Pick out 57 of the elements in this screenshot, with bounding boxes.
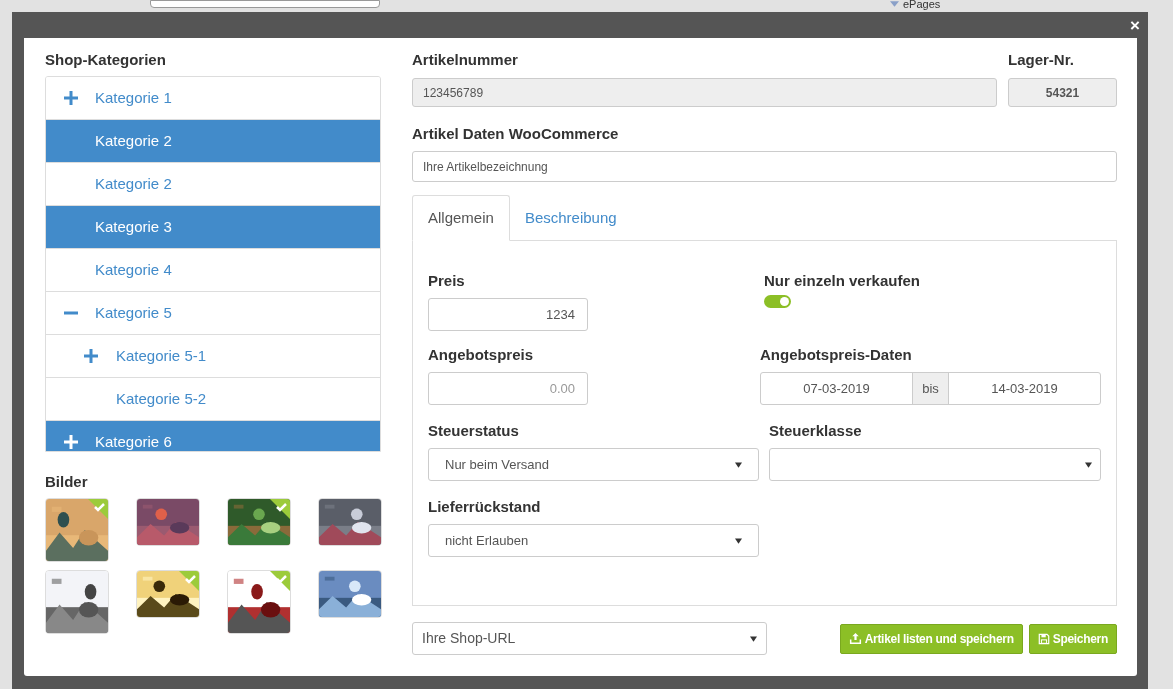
field-label: Lieferrückstand	[428, 497, 542, 517]
tax-status-select[interactable]: Nur beim Versand	[428, 448, 759, 481]
image-thumbnail[interactable]	[45, 498, 109, 562]
image-thumbnail[interactable]	[227, 570, 291, 634]
check-icon	[88, 499, 108, 519]
field-label: Angebotspreis	[428, 345, 534, 365]
close-button[interactable]: ×	[1130, 16, 1140, 34]
start-date-field[interactable]: 07-03-2019	[761, 373, 912, 404]
caret-icon	[1085, 461, 1092, 468]
category-item[interactable]: Kategorie 3	[46, 206, 380, 249]
plus-icon[interactable]	[84, 349, 98, 363]
tab[interactable]: Allgemein	[412, 195, 510, 241]
caret-icon	[750, 635, 757, 642]
check-icon	[179, 571, 199, 591]
section-title: Artikel Daten WooCommerce	[412, 124, 620, 144]
field-label: Preis	[428, 271, 466, 291]
range-separator: bis	[912, 373, 949, 404]
section-label: ePages	[903, 0, 941, 12]
section-title: Shop-Kategorien	[45, 50, 167, 70]
end-date-field[interactable]: 14-03-2019	[949, 373, 1100, 404]
toggle-switch[interactable]	[764, 295, 791, 308]
field-label: Lager-Nr.	[1008, 50, 1075, 70]
tab[interactable]: Beschreibung	[509, 195, 632, 241]
article-name-field[interactable]: Ihre Artikelbezeichnung	[412, 151, 1117, 182]
section-title: Bilder	[45, 472, 89, 492]
action-button[interactable]: Speichern	[1028, 623, 1117, 654]
field-label: Steuerklasse	[769, 421, 863, 441]
triangle-icon	[890, 1, 899, 8]
image-thumbnail[interactable]	[136, 498, 200, 546]
floppy-icon	[1037, 632, 1050, 645]
image-thumbnail[interactable]	[136, 570, 200, 618]
dropdown-field[interactable]	[150, 0, 380, 8]
shop-url-select[interactable]: Ihre Shop-URL	[412, 622, 767, 655]
check-icon	[270, 499, 290, 519]
field-label: Angebotspreis-Daten	[760, 345, 913, 365]
check-icon	[270, 571, 290, 591]
field-label: Artikelnummer	[412, 50, 519, 70]
image-thumbnail[interactable]	[318, 498, 382, 546]
article-number-field[interactable]: 123456789	[412, 78, 997, 107]
upload-icon	[848, 632, 862, 645]
image-thumbnail[interactable]	[227, 498, 291, 546]
action-button[interactable]: Artikel listen und speichern	[839, 623, 1023, 654]
offer-price-field[interactable]: 0.00	[428, 372, 588, 405]
plus-icon[interactable]	[63, 435, 78, 449]
category-item[interactable]: Kategorie 1	[46, 77, 380, 120]
category-item[interactable]: Kategorie 6	[46, 421, 380, 451]
image-thumbnail[interactable]	[318, 570, 382, 618]
image-thumbnail[interactable]	[45, 570, 109, 634]
backorders-select[interactable]: nicht Erlauben	[428, 524, 759, 557]
field-label: Steuerstatus	[428, 421, 520, 441]
plus-icon[interactable]	[63, 91, 78, 105]
caret-icon	[735, 461, 742, 468]
stock-number-field[interactable]: 54321	[1008, 78, 1117, 107]
field-label: Nur einzeln verkaufen	[764, 271, 920, 291]
category-item[interactable]: Kategorie 2	[46, 120, 380, 163]
caret-icon	[735, 537, 742, 544]
price-field[interactable]: 1234	[428, 298, 588, 331]
